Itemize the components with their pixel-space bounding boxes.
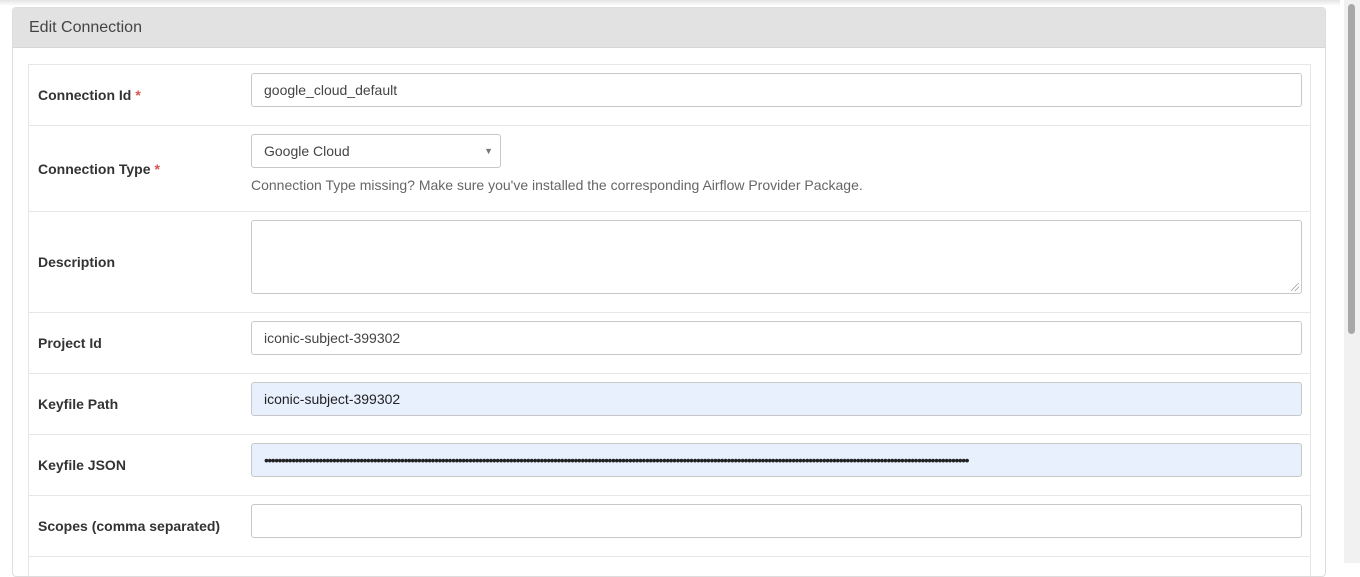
required-marker: *: [135, 87, 141, 103]
row-next: [29, 557, 1310, 576]
row-connection-type: Connection Type * Google Cloud ▼ Connect…: [29, 126, 1310, 212]
row-connection-id: Connection Id * google_cloud_default: [29, 65, 1310, 126]
connection-type-label: Connection Type *: [38, 160, 160, 177]
edit-connection-panel: Edit Connection Connection Id * google_c…: [12, 7, 1326, 577]
scrollbar-thumb[interactable]: [1348, 4, 1355, 334]
scopes-label: Scopes (comma separated): [38, 518, 221, 534]
row-project-id: Project Id iconic-subject-399302: [29, 313, 1310, 374]
connection-type-help: Connection Type missing? Make sure you'v…: [251, 177, 863, 193]
panel-title: Edit Connection: [13, 8, 1325, 48]
connection-id-label: Connection Id *: [38, 87, 141, 103]
row-description: Description: [29, 212, 1310, 313]
row-keyfile-path: Keyfile Path iconic-subject-399302: [29, 374, 1310, 435]
scopes-input[interactable]: [251, 504, 1302, 538]
keyfile-path-label: Keyfile Path: [38, 396, 119, 412]
row-keyfile-json: Keyfile JSON •••••••••••••••••••••••••••…: [29, 435, 1310, 496]
top-shadow: [0, 0, 1340, 6]
connection-type-select[interactable]: Google Cloud ▼: [251, 134, 501, 168]
connection-form: Connection Id * google_cloud_default Con…: [28, 64, 1311, 576]
keyfile-path-input[interactable]: iconic-subject-399302: [251, 382, 1302, 416]
keyfile-json-input[interactable]: ••••••••••••••••••••••••••••••••••••••••…: [251, 443, 1302, 477]
project-id-label: Project Id: [38, 335, 102, 351]
keyfile-json-label: Keyfile JSON: [38, 457, 126, 473]
connection-id-input[interactable]: google_cloud_default: [251, 73, 1302, 107]
row-scopes: Scopes (comma separated): [29, 496, 1310, 557]
connection-type-selected: Google Cloud: [264, 143, 350, 159]
description-textarea[interactable]: [251, 220, 1302, 294]
project-id-input[interactable]: iconic-subject-399302: [251, 321, 1302, 355]
resize-handle-icon[interactable]: [1291, 283, 1299, 291]
required-marker: *: [154, 160, 160, 177]
page-scrollbar[interactable]: [1344, 0, 1360, 563]
caret-down-icon: ▼: [484, 146, 493, 156]
description-label: Description: [38, 254, 116, 270]
